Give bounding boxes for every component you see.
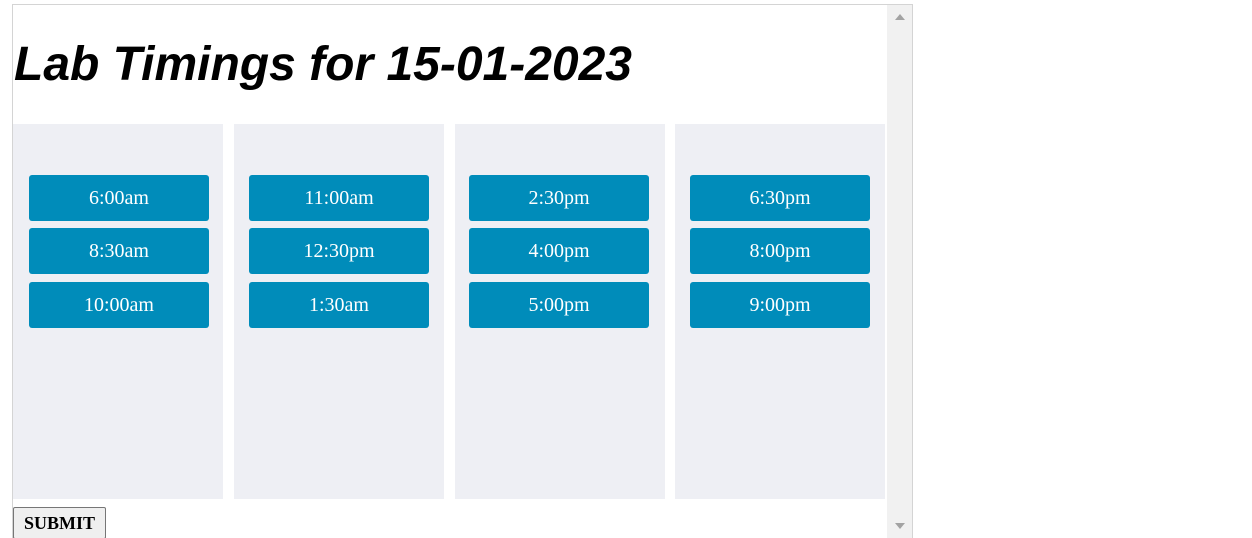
slot-button[interactable]: 1:30am bbox=[249, 282, 429, 328]
vertical-scrollbar[interactable] bbox=[887, 5, 912, 538]
slot-button[interactable]: 12:30pm bbox=[249, 228, 429, 274]
slot-button[interactable]: 9:00pm bbox=[690, 282, 870, 328]
timing-column-2: 11:00am 12:30pm 1:30am bbox=[234, 124, 444, 499]
timing-column-4: 6:30pm 8:00pm 9:00pm bbox=[675, 124, 885, 499]
timing-column-3: 2:30pm 4:00pm 5:00pm bbox=[455, 124, 665, 499]
slot-button[interactable]: 6:30pm bbox=[690, 175, 870, 221]
page-title: Lab Timings for 15-01-2023 bbox=[14, 38, 632, 91]
timing-column-1: 6:00am 8:30am 10:00am bbox=[13, 124, 223, 499]
slot-button[interactable]: 6:00am bbox=[29, 175, 209, 221]
slot-button[interactable]: 2:30pm bbox=[469, 175, 649, 221]
slot-button[interactable]: 5:00pm bbox=[469, 282, 649, 328]
submit-button[interactable]: SUBMIT bbox=[13, 507, 107, 538]
timing-columns: 6:00am 8:30am 10:00am 11:00am 12:30pm 1:… bbox=[13, 124, 887, 499]
slot-button[interactable]: 4:00pm bbox=[469, 228, 649, 274]
slot-button[interactable]: 8:30am bbox=[29, 228, 209, 274]
slot-button[interactable]: 11:00am bbox=[249, 175, 429, 221]
slot-button[interactable]: 10:00am bbox=[29, 282, 209, 328]
page-frame: Lab Timings for 15-01-2023 6:00am 8:30am… bbox=[12, 4, 913, 538]
scroll-up-arrow-icon[interactable] bbox=[895, 14, 905, 20]
scroll-down-arrow-icon[interactable] bbox=[895, 523, 905, 529]
slot-button[interactable]: 8:00pm bbox=[690, 228, 870, 274]
